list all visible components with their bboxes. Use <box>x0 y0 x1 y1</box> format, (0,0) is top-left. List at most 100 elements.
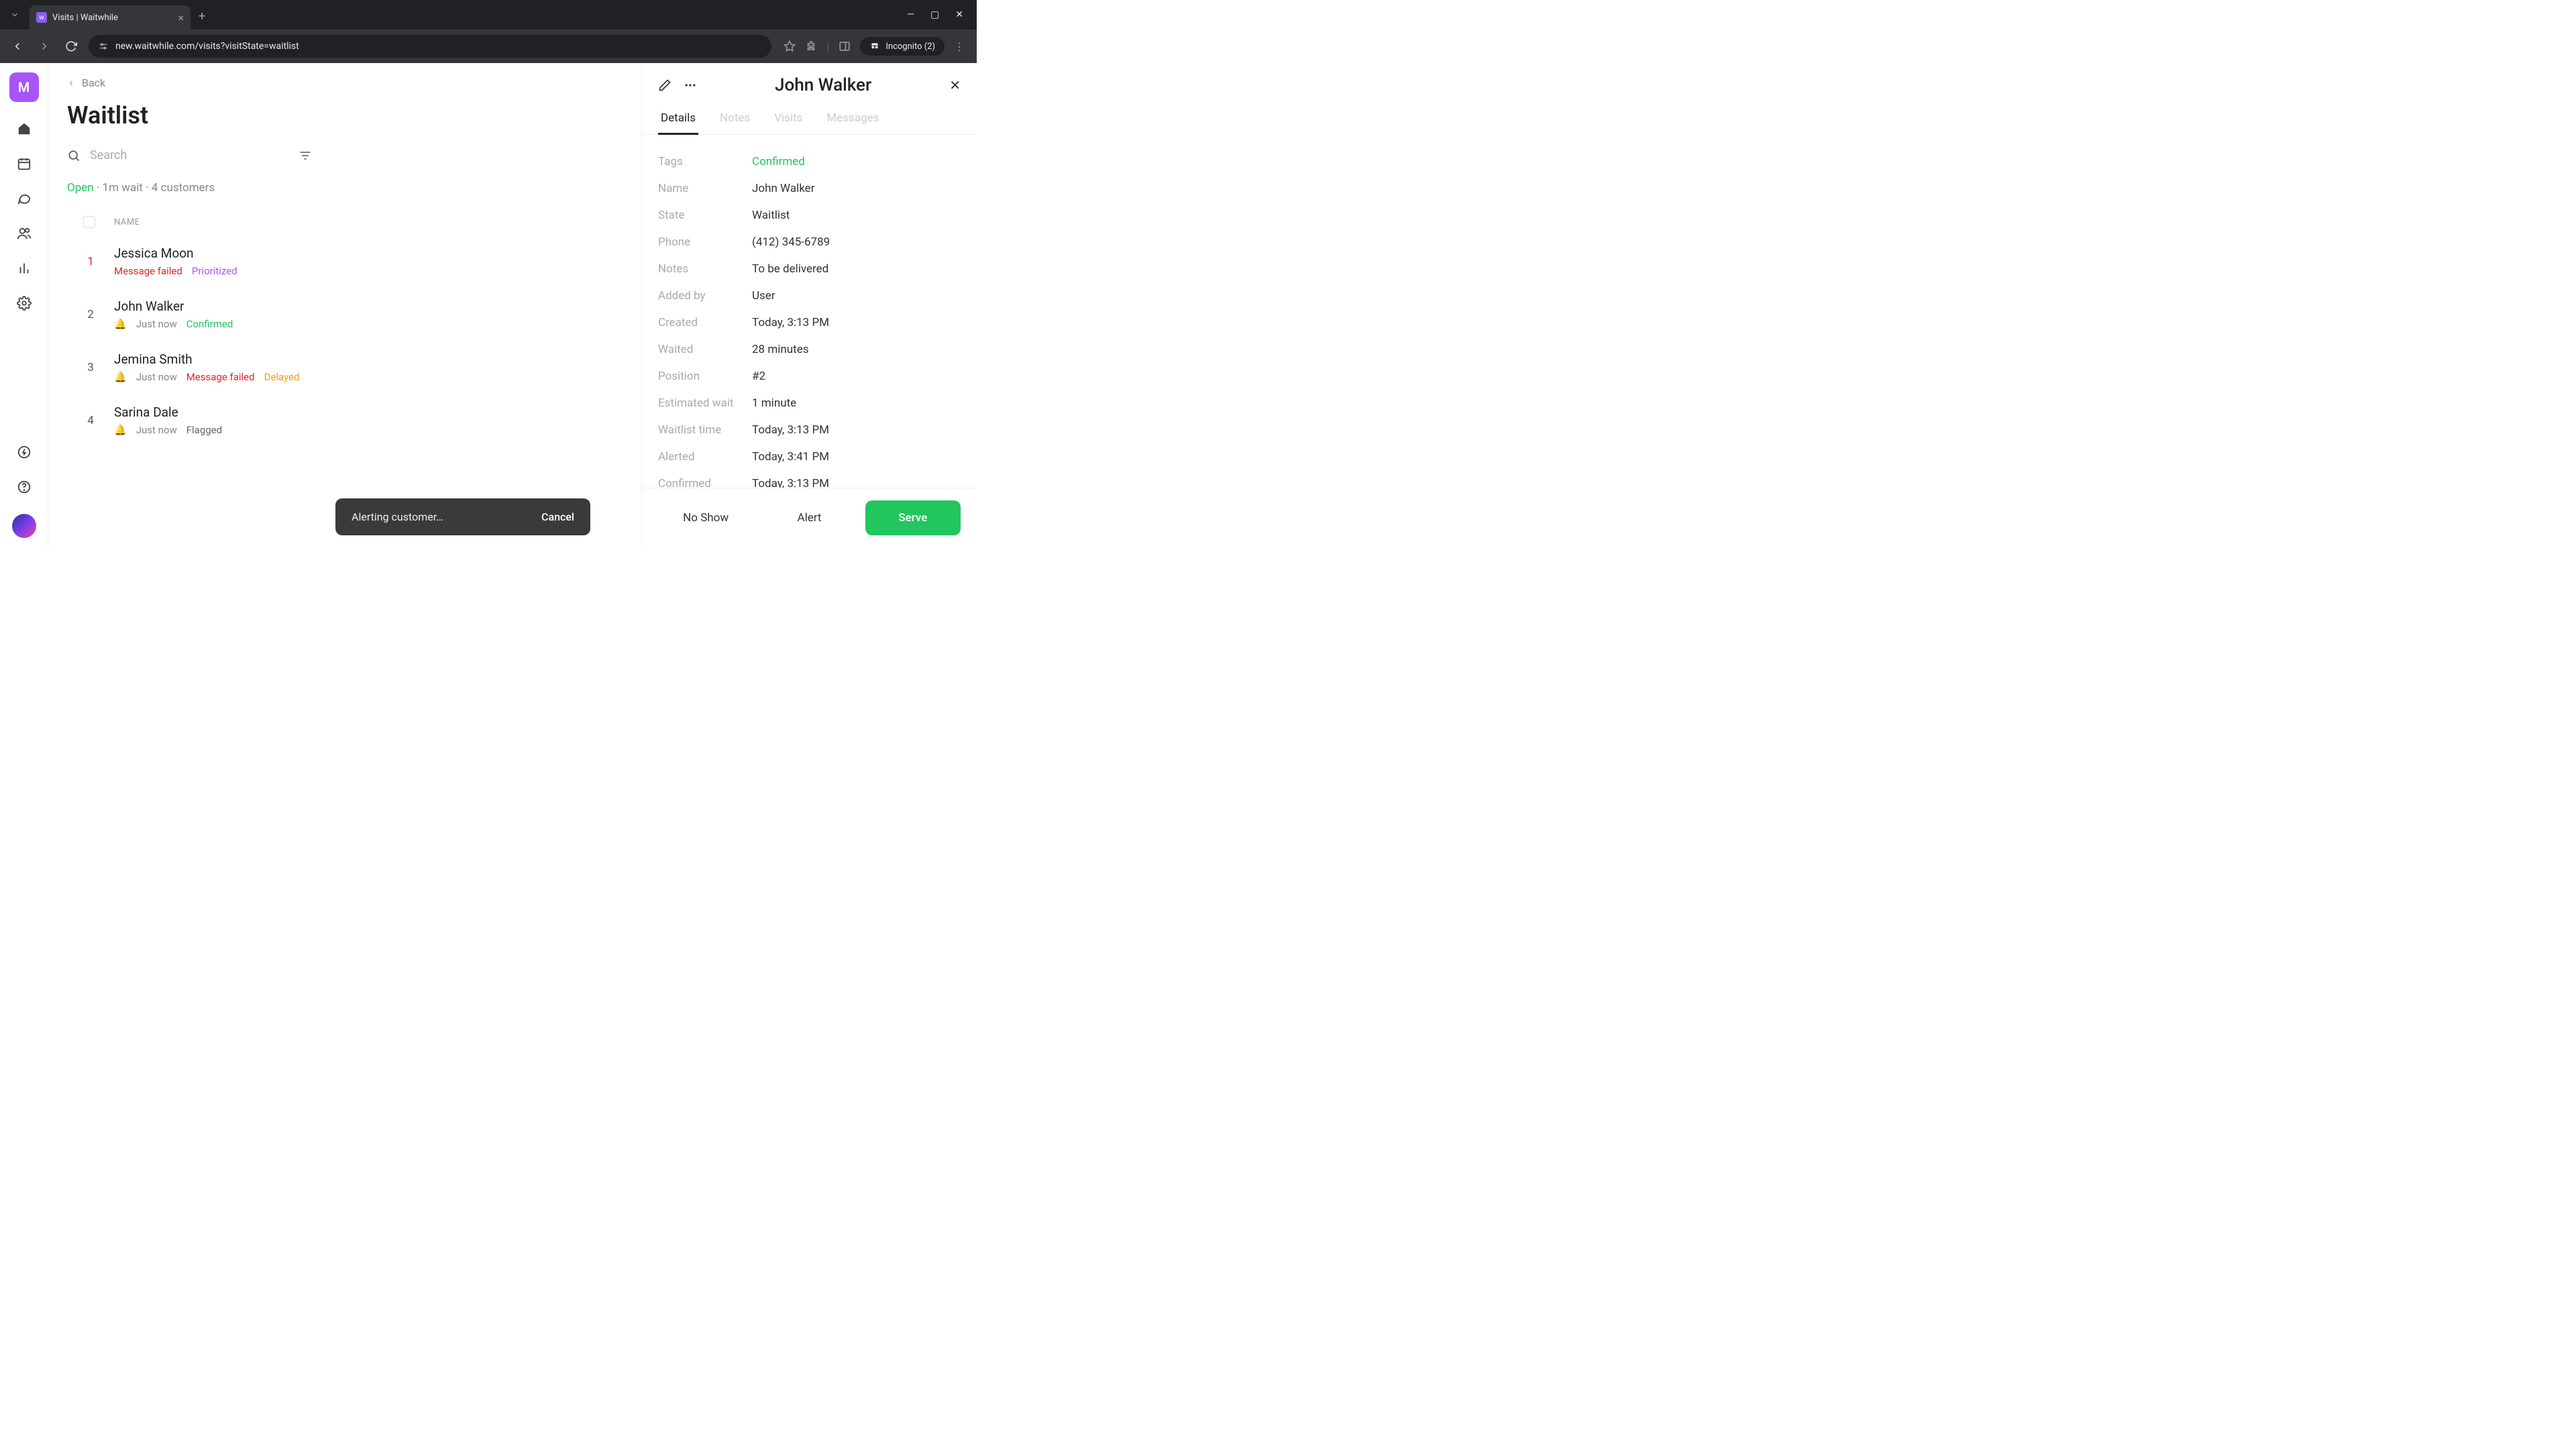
tab-title: Visits | Waitwhile <box>52 13 172 23</box>
detail-row: Phone (412) 345-6789 <box>658 229 961 256</box>
search-box[interactable]: Search <box>67 148 127 162</box>
detail-row: Confirmed Today, 3:13 PM <box>658 470 961 488</box>
analytics-icon[interactable] <box>16 260 32 276</box>
nav-bar: new.waitwhile.com/visits?visitState=wait… <box>0 30 977 63</box>
detail-value: #2 <box>752 370 961 383</box>
badge: Delayed <box>264 371 300 383</box>
url-bar[interactable]: new.waitwhile.com/visits?visitState=wait… <box>89 35 771 58</box>
badge: Message failed <box>114 265 182 277</box>
detail-row: Added by User <box>658 282 961 309</box>
noshow-button[interactable]: No Show <box>658 500 753 535</box>
home-icon[interactable] <box>16 121 32 137</box>
row-number: 3 <box>67 361 114 374</box>
messages-icon[interactable] <box>16 191 32 207</box>
detail-value: Confirmed <box>752 155 961 168</box>
toast-cancel-button[interactable]: Cancel <box>541 511 574 523</box>
maximize-icon[interactable]: ▢ <box>930 9 939 20</box>
user-avatar[interactable] <box>12 514 36 538</box>
url-actions: | Incognito (2) ⋮ <box>780 37 969 56</box>
bell-icon: 🔔 <box>114 424 127 436</box>
search-placeholder: Search <box>90 148 127 162</box>
status-open: Open <box>67 181 94 195</box>
reload-icon[interactable] <box>62 40 80 52</box>
people-icon[interactable] <box>16 225 32 241</box>
detail-row: State Waitlist <box>658 202 961 229</box>
detail-row: Estimated wait 1 minute <box>658 390 961 417</box>
detail-value: (412) 345-6789 <box>752 235 961 249</box>
detail-row: Tags Confirmed <box>658 148 961 175</box>
toast: Alerting customer… Cancel <box>335 498 590 535</box>
browser-menu-icon[interactable]: ⋮ <box>954 40 965 53</box>
new-tab-button[interactable]: + <box>199 9 205 23</box>
row-number: 1 <box>67 255 114 268</box>
detail-row: Name John Walker <box>658 175 961 202</box>
detail-value: Today, 3:13 PM <box>752 423 961 437</box>
tab-notes[interactable]: Notes <box>717 105 753 134</box>
detail-label: Added by <box>658 289 752 303</box>
badge: Just now <box>136 371 177 383</box>
tab-visits[interactable]: Visits <box>771 105 805 134</box>
help-icon[interactable] <box>16 479 32 495</box>
row-number: 2 <box>67 308 114 321</box>
serve-button[interactable]: Serve <box>865 500 961 535</box>
incognito-badge[interactable]: Incognito (2) <box>860 37 945 56</box>
row-number: 4 <box>67 414 114 427</box>
power-icon[interactable] <box>16 444 32 460</box>
minimize-icon[interactable]: — <box>907 9 914 20</box>
detail-label: Notes <box>658 262 752 276</box>
detail-row: Waitlist time Today, 3:13 PM <box>658 417 961 443</box>
forward-nav-icon[interactable] <box>35 40 54 52</box>
detail-label: Name <box>658 182 752 195</box>
detail-label: Waited <box>658 343 752 356</box>
detail-row: Created Today, 3:13 PM <box>658 309 961 336</box>
detail-value: User <box>752 289 961 303</box>
detail-value: Today, 3:41 PM <box>752 450 961 464</box>
detail-value: Waitlist <box>752 209 961 222</box>
detail-label: Position <box>658 370 752 383</box>
detail-body[interactable]: Tags Confirmed Name John Walker State Wa… <box>642 135 977 488</box>
incognito-label: Incognito (2) <box>885 42 935 52</box>
browser-tab[interactable]: w Visits | Waitwhile × <box>30 5 191 30</box>
detail-label: State <box>658 209 752 222</box>
filter-icon[interactable] <box>299 149 312 162</box>
detail-row: Position #2 <box>658 363 961 390</box>
extensions-icon[interactable] <box>805 40 817 52</box>
window-controls: — ▢ ✕ <box>907 9 971 20</box>
detail-header: John Walker ✕ <box>642 63 977 105</box>
bell-icon: 🔔 <box>114 371 127 383</box>
detail-actions: No Show Alert Serve <box>642 488 977 547</box>
detail-value: 28 minutes <box>752 343 961 356</box>
tab-details[interactable]: Details <box>658 105 698 134</box>
site-settings-icon[interactable] <box>98 41 109 52</box>
detail-value: 1 minute <box>752 396 961 410</box>
search-icon <box>67 149 80 162</box>
close-panel-icon[interactable]: ✕ <box>949 77 961 93</box>
star-icon[interactable] <box>784 40 796 52</box>
tab-close-icon[interactable]: × <box>178 11 184 24</box>
sidepanel-icon[interactable] <box>839 40 851 52</box>
alert-button[interactable]: Alert <box>761 500 857 535</box>
settings-icon[interactable] <box>16 295 32 311</box>
detail-label: Tags <box>658 155 752 168</box>
browser-chrome: w Visits | Waitwhile × + — ▢ ✕ new.waitw… <box>0 0 977 63</box>
tab-bar: w Visits | Waitwhile × + — ▢ ✕ <box>0 0 977 30</box>
detail-tabs: Details Notes Visits Messages <box>642 105 977 135</box>
more-icon[interactable] <box>684 78 697 92</box>
detail-label: Waitlist time <box>658 423 752 437</box>
badge: Prioritized <box>192 265 237 277</box>
bell-icon: 🔔 <box>114 318 127 330</box>
sidebar: M <box>0 63 48 547</box>
edit-icon[interactable] <box>658 78 672 92</box>
detail-label: Confirmed <box>658 477 752 488</box>
detail-row: Alerted Today, 3:41 PM <box>658 443 961 470</box>
tab-messages[interactable]: Messages <box>824 105 881 134</box>
back-nav-icon[interactable] <box>8 40 27 52</box>
tab-list-dropdown[interactable] <box>5 5 24 24</box>
select-all-checkbox[interactable] <box>83 216 95 228</box>
calendar-icon[interactable] <box>16 156 32 172</box>
toast-message: Alerting customer… <box>352 511 443 523</box>
close-window-icon[interactable]: ✕ <box>955 9 963 20</box>
back-label: Back <box>82 76 105 89</box>
workspace-badge[interactable]: M <box>9 72 39 102</box>
detail-title: John Walker <box>709 75 937 95</box>
